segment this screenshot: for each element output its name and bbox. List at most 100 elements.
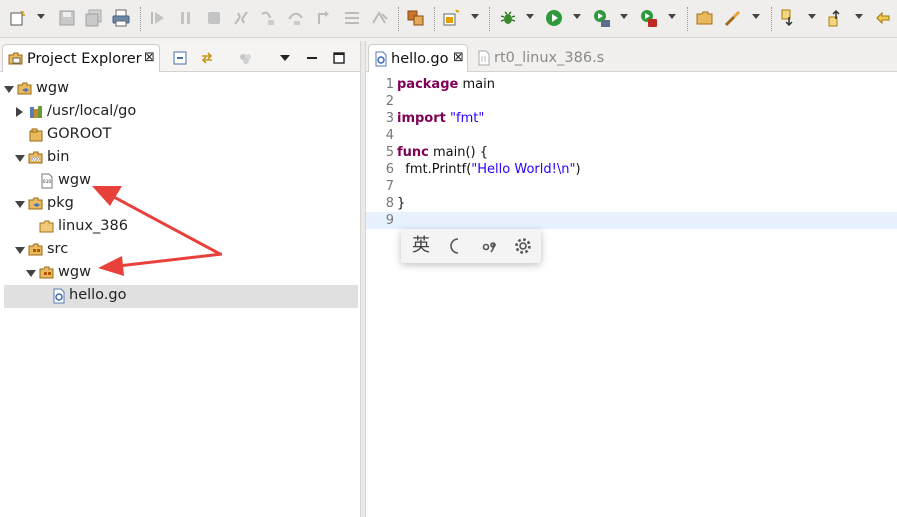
punctuation-icon[interactable]	[477, 234, 501, 258]
previous-annotation-dropdown-arrow[interactable]	[855, 14, 863, 19]
coverage-dropdown-arrow[interactable]	[620, 14, 628, 19]
code-line: 8 }	[366, 195, 897, 212]
tree-item-label: wgw	[58, 172, 91, 188]
next-annotation-icon[interactable]	[779, 8, 799, 28]
step-return-icon[interactable]	[314, 8, 334, 28]
external-tools-dropdown-arrow[interactable]	[668, 14, 676, 19]
half-width-moon-icon[interactable]	[443, 234, 467, 258]
debug-icon[interactable]	[498, 8, 518, 28]
close-icon[interactable]: ⊠	[453, 50, 464, 65]
svg-text:010: 010	[43, 179, 52, 185]
code-line: 2	[366, 93, 897, 110]
folder-icon	[39, 219, 55, 235]
expand-arrow-icon[interactable]	[15, 155, 25, 162]
open-folder-icon[interactable]	[695, 8, 715, 28]
terminate-icon[interactable]	[204, 8, 224, 28]
expand-arrow-icon[interactable]	[26, 270, 36, 277]
drop-to-frame-icon[interactable]	[342, 8, 362, 28]
toolbar-separator	[687, 7, 688, 31]
save-icon[interactable]	[57, 8, 77, 28]
tree-item-linux-386[interactable]: linux_386	[4, 216, 358, 239]
run-icon[interactable]	[544, 8, 564, 28]
line-number: 8	[385, 196, 394, 211]
line-number: 5	[385, 145, 394, 160]
close-icon[interactable]: ⊠	[144, 50, 155, 65]
binary-folder-icon: 010	[28, 150, 44, 166]
debug-dropdown-arrow[interactable]	[526, 14, 534, 19]
tree-item-src[interactable]: src	[4, 239, 358, 262]
toolbar-separator	[140, 7, 141, 31]
tree-item-wgw-binary[interactable]: 010 wgw	[4, 170, 358, 193]
new-package-icon[interactable]	[442, 8, 462, 28]
code-line: 6 fmt.Printf("Hello World!\n")	[366, 161, 897, 178]
minimize-icon[interactable]	[304, 50, 320, 66]
code-text: }	[397, 196, 406, 211]
link-with-editor-icon[interactable]	[199, 50, 215, 66]
tree-item-label: wgw	[58, 264, 91, 280]
tree-item-label: wgw	[36, 80, 69, 96]
code-line: 1 package main	[366, 76, 897, 93]
package-icon	[39, 265, 55, 281]
maximize-icon[interactable]	[331, 50, 347, 66]
project-explorer-icon	[8, 51, 24, 67]
keyword: import	[397, 111, 446, 126]
language-toggle-button[interactable]: 英	[409, 234, 433, 258]
tree-item-pkg[interactable]: pkg	[4, 193, 358, 216]
search-dropdown-arrow[interactable]	[752, 14, 760, 19]
tree-item-label: /usr/local/go	[47, 103, 137, 119]
collapse-all-icon[interactable]	[172, 50, 188, 66]
expand-arrow-icon[interactable]	[15, 247, 25, 254]
expand-arrow-icon[interactable]	[4, 86, 14, 93]
use-step-filters-icon[interactable]	[370, 8, 390, 28]
main-toolbar	[0, 0, 897, 38]
tree-item-wgw-project[interactable]: wgw	[4, 78, 358, 101]
tree-item-label: hello.go	[69, 287, 127, 303]
disconnect-icon[interactable]	[231, 8, 251, 28]
editor-tab-rt0-linux-386[interactable]: rt0_linux_386.s	[472, 44, 622, 72]
project-explorer-tab[interactable]: Project Explorer ⊠	[2, 44, 160, 72]
resume-icon[interactable]	[148, 8, 168, 28]
ime-toolbar: 英	[401, 229, 541, 263]
run-dropdown-arrow[interactable]	[573, 14, 581, 19]
collapse-arrow-icon[interactable]	[16, 107, 23, 117]
project-explorer-tabbar: Project Explorer ⊠	[0, 41, 360, 72]
line-number: 7	[385, 179, 394, 194]
code-text: )	[575, 162, 581, 177]
code-line: 4	[366, 127, 897, 144]
suspend-icon[interactable]	[176, 8, 196, 28]
string-literal: "fmt"	[450, 111, 485, 126]
step-into-icon[interactable]	[258, 8, 278, 28]
line-number: 6	[385, 162, 394, 177]
new-package-dropdown-arrow[interactable]	[471, 14, 479, 19]
svg-text:010: 010	[32, 157, 40, 162]
new-icon[interactable]	[8, 8, 28, 28]
expand-arrow-icon[interactable]	[15, 201, 25, 208]
code-editor: hello.go ⊠ rt0_linux_386.s 1 package mai…	[366, 41, 897, 517]
save-all-icon[interactable]	[84, 8, 104, 28]
tree-item-usr-local-go[interactable]: /usr/local/go	[4, 101, 358, 124]
coverage-icon[interactable]	[592, 8, 612, 28]
tree-item-label: src	[47, 241, 69, 257]
last-edit-icon[interactable]	[874, 8, 894, 28]
print-icon[interactable]	[111, 8, 131, 28]
open-type-icon[interactable]	[406, 8, 426, 28]
tree-item-label: bin	[47, 149, 70, 165]
view-menu-icon[interactable]	[277, 50, 293, 66]
filters-icon[interactable]	[238, 50, 254, 66]
package-folder-icon	[28, 196, 44, 212]
next-annotation-dropdown-arrow[interactable]	[808, 14, 816, 19]
external-tools-icon[interactable]	[639, 8, 659, 28]
code-text: main	[458, 77, 495, 92]
new-dropdown-arrow[interactable]	[37, 14, 45, 19]
tree-item-hello-go[interactable]: hello.go	[4, 285, 358, 308]
binary-file-icon: 010	[39, 173, 55, 189]
tree-item-label: GOROOT	[47, 126, 112, 142]
tree-item-goroot[interactable]: GOROOT	[4, 124, 358, 147]
tree-item-wgw-package[interactable]: wgw	[4, 262, 358, 285]
step-over-icon[interactable]	[286, 8, 306, 28]
previous-annotation-icon[interactable]	[826, 8, 846, 28]
gear-icon[interactable]	[511, 234, 535, 258]
editor-tab-hello-go[interactable]: hello.go ⊠	[368, 44, 468, 72]
tree-item-bin[interactable]: 010 bin	[4, 147, 358, 170]
search-icon[interactable]	[723, 8, 743, 28]
